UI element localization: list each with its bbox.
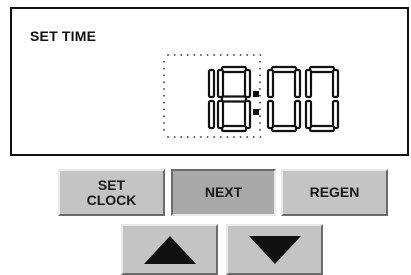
blink-dot (186, 136, 189, 138)
digit-3-segment-a (270, 65, 298, 74)
mode-label: SET TIME (30, 28, 97, 44)
blink-dot (219, 54, 222, 56)
blink-dot (259, 128, 261, 131)
blink-dot (163, 67, 165, 70)
digit-1-segment-c (207, 99, 216, 130)
blink-dot (163, 115, 165, 118)
blink-dot (259, 67, 261, 70)
blink-dot (252, 54, 255, 56)
digit-2 (216, 65, 252, 133)
digit-2-segment-a (220, 65, 248, 74)
digit-2-segment-b (243, 68, 252, 99)
digit-4-segment-e (304, 99, 313, 130)
digit-2-segment-e (216, 99, 225, 130)
blink-dot (259, 115, 261, 118)
blink-dot (259, 122, 261, 124)
up-button[interactable] (121, 224, 218, 275)
blink-dot (163, 128, 165, 131)
blink-dot (163, 88, 165, 90)
blink-dot (226, 136, 229, 138)
set-clock-label-line1: SET (97, 176, 126, 193)
lcd-display: SET TIME (10, 7, 409, 156)
digit-3-segment-e (266, 99, 275, 130)
digit-4-segment-a (308, 65, 336, 74)
seven-segment-clock (163, 54, 340, 138)
blink-dot (163, 74, 165, 77)
time-readout (160, 51, 352, 141)
blink-dot (193, 54, 196, 56)
digit-3-segment-f (266, 68, 275, 99)
blink-dot (233, 136, 235, 138)
blink-dot (163, 101, 165, 104)
digit-4-segment-d (308, 124, 336, 133)
blink-dot (219, 136, 222, 138)
blink-dot (259, 74, 261, 77)
blink-dot (200, 54, 202, 56)
digit-2-segment-f (216, 68, 225, 99)
triangle-down-icon (248, 235, 301, 264)
blink-dot (186, 54, 189, 56)
blink-dot (206, 54, 209, 56)
digit-1 (207, 68, 216, 130)
digit-2-segment-g (220, 95, 248, 103)
digit-3-segment-b (293, 68, 302, 99)
digit-4-segment-b (331, 68, 340, 99)
blink-dot (180, 54, 183, 56)
set-clock-button[interactable]: SET CLOCK (58, 169, 165, 216)
regen-button[interactable]: REGEN (281, 169, 388, 216)
blink-dot (226, 54, 229, 56)
blink-dot (163, 94, 165, 97)
blink-dot (163, 60, 165, 63)
blink-dot (246, 136, 249, 138)
digit-1-segment-b (207, 68, 216, 99)
blink-dot (173, 54, 176, 56)
blink-dot (213, 136, 216, 138)
blink-dot (163, 81, 165, 84)
blink-dot (259, 88, 261, 90)
blink-dot (167, 54, 169, 56)
blink-dot (246, 54, 249, 56)
next-button[interactable]: NEXT (171, 169, 276, 216)
down-button[interactable] (226, 224, 323, 275)
blink-dot (180, 136, 183, 138)
digit-3 (266, 65, 302, 133)
blink-dot (259, 108, 261, 111)
blink-dot (206, 136, 209, 138)
digit-3-segment-d (270, 124, 298, 133)
digit-4 (304, 65, 340, 133)
digit-3-segment-c (293, 99, 302, 130)
blink-dot (213, 54, 216, 56)
colon-dot-2 (253, 109, 259, 115)
set-clock-label: SET CLOCK (86, 176, 137, 208)
blink-dot (193, 136, 196, 138)
blink-dot (167, 136, 169, 138)
digit-4-segment-f (304, 68, 313, 99)
set-clock-label-line2: CLOCK (86, 191, 137, 208)
digit-2-segment-c (243, 99, 252, 130)
blink-dot (259, 60, 261, 63)
blink-dot (173, 136, 176, 138)
blink-dot (252, 136, 255, 138)
blink-dot (259, 94, 261, 97)
blink-dot (200, 136, 202, 138)
blink-dot (259, 54, 262, 56)
blink-dot (259, 101, 261, 104)
digit-4-segment-c (331, 99, 340, 130)
blink-dot (239, 54, 242, 56)
triangle-up-icon (143, 235, 196, 264)
digit-2-segment-d (220, 124, 248, 133)
blink-dot (233, 54, 235, 56)
colon-dot-1 (253, 91, 259, 97)
blink-dot (163, 108, 165, 111)
blink-dot (259, 81, 261, 84)
blink-dot (259, 136, 262, 138)
blink-dot (163, 122, 165, 124)
blink-dot (239, 136, 242, 138)
